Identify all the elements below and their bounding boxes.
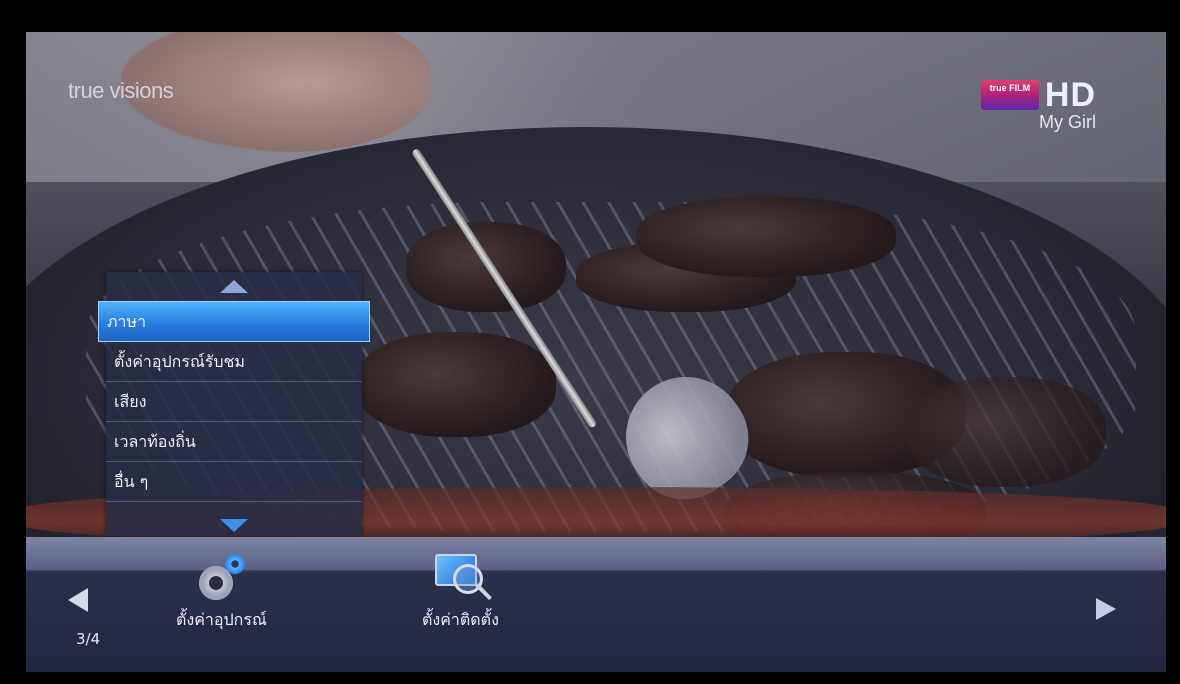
menu-item-label: ตั้งค่าอุปกรณ์รับชม (114, 352, 245, 371)
provider-logo: true visions (68, 78, 174, 104)
next-page-arrow-icon[interactable] (1096, 598, 1116, 620)
tv-screen: true visions true FILM HD My Girl ภาษา ต… (26, 32, 1166, 672)
menu-item-language[interactable]: ภาษา (98, 301, 370, 342)
menu-item-local-time[interactable]: เวลาท้องถิ่น (106, 422, 362, 462)
program-name: My Girl (1039, 112, 1096, 132)
menu-item-label: เวลาท้องถิ่น (114, 432, 196, 451)
channel-logo: true FILM HD My Girl (980, 76, 1096, 133)
page-indicator: 3/4 (76, 630, 101, 648)
settings-submenu: ภาษา ตั้งค่าอุปกรณ์รับชม เสียง เวลาท้องถ… (98, 272, 370, 536)
menu-item-label: ภาษา (107, 312, 147, 331)
menu-item-label: อื่น ๆ (114, 472, 149, 491)
channel-badge: true FILM (980, 80, 1039, 110)
menu-item-other[interactable]: อื่น ๆ (106, 462, 362, 502)
tile-install-settings[interactable]: ตั้งค่าติดตั้ง (422, 550, 499, 633)
previous-page-arrow-icon[interactable] (68, 588, 88, 612)
menu-item-label: เสียง (114, 392, 147, 411)
provider-logo-text: true visions (68, 78, 174, 103)
menu-item-device-setup[interactable]: ตั้งค่าอุปกรณ์รับชม (106, 342, 362, 382)
hd-label: HD (1044, 76, 1096, 114)
menu-item-audio[interactable]: เสียง (106, 382, 362, 422)
scroll-down-arrow-icon[interactable] (220, 519, 248, 532)
scroll-up-arrow-icon[interactable] (220, 280, 248, 293)
gear-icon (195, 552, 247, 604)
tile-label: ตั้งค่าติดตั้ง (422, 610, 499, 629)
install-search-icon (431, 550, 493, 604)
tile-label: ตั้งค่าอุปกรณ์ (176, 610, 267, 629)
tile-device-settings[interactable]: ตั้งค่าอุปกรณ์ (176, 552, 267, 633)
